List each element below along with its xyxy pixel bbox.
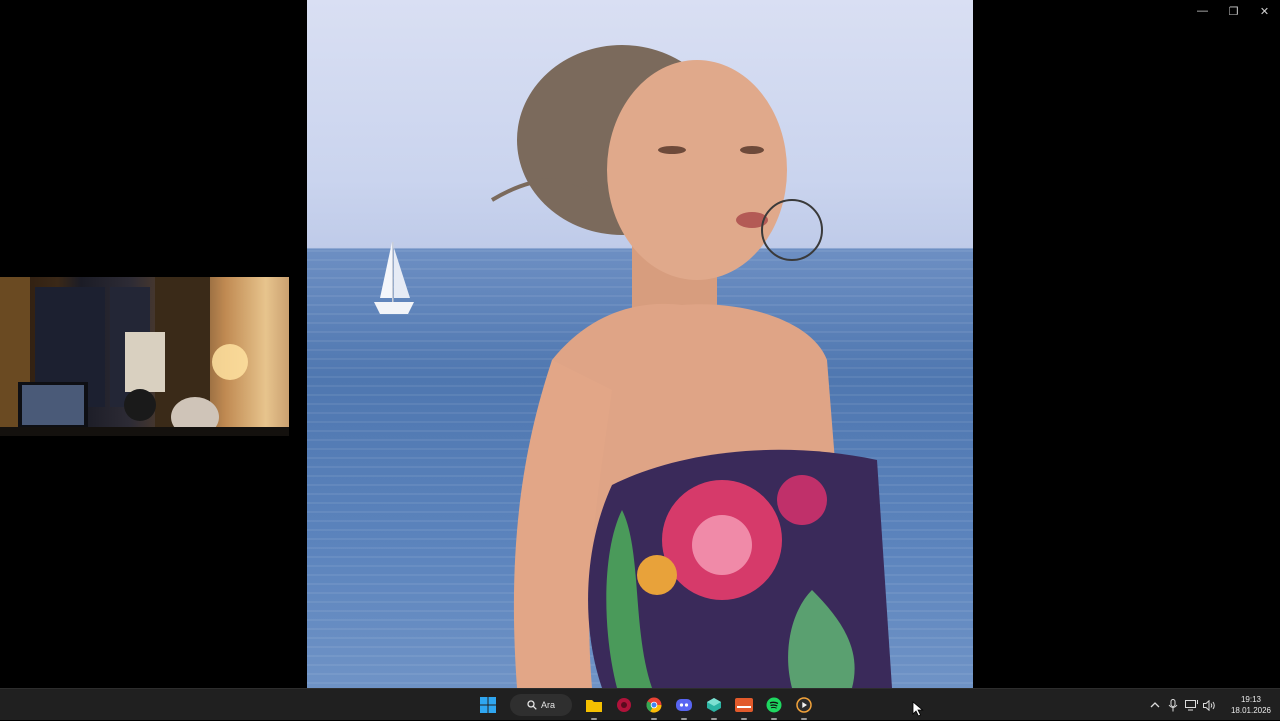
chrome-icon[interactable] xyxy=(642,693,666,720)
taskbar: Ara 19:13 18.01.2026 xyxy=(0,688,1280,720)
search-button[interactable]: Ara xyxy=(510,694,572,716)
system-tray: 19:13 18.01.2026 xyxy=(1146,689,1280,721)
chevron-up-icon[interactable] xyxy=(1146,696,1164,714)
person-image xyxy=(490,45,892,688)
restore-button[interactable]: ❐ xyxy=(1218,0,1249,22)
start-icon[interactable] xyxy=(476,693,500,717)
file-explorer-icon[interactable] xyxy=(582,693,606,720)
cube-app-icon[interactable] xyxy=(702,693,726,720)
network-icon[interactable] xyxy=(1182,696,1200,714)
window-controls: — ❐ ✕ xyxy=(1187,0,1280,22)
taskbar-clock[interactable]: 19:13 18.01.2026 xyxy=(1222,694,1280,716)
red-app-icon[interactable] xyxy=(612,693,636,717)
spotify-icon[interactable] xyxy=(762,693,786,720)
discord-icon[interactable] xyxy=(672,693,696,720)
main-video[interactable] xyxy=(307,0,973,688)
media-player-icon[interactable] xyxy=(792,693,816,720)
minimize-button[interactable]: — xyxy=(1187,0,1218,22)
webcam-scene-image xyxy=(0,277,289,436)
webcam-overlay xyxy=(0,277,289,436)
voicemod-icon[interactable] xyxy=(732,693,756,720)
mouse-cursor-icon xyxy=(912,701,924,717)
search-icon xyxy=(527,700,537,710)
taskbar-apps: Ara xyxy=(476,689,816,721)
volume-icon[interactable] xyxy=(1200,696,1218,714)
clock-date: 18.01.2026 xyxy=(1230,706,1272,715)
microphone-icon[interactable] xyxy=(1164,696,1182,714)
sailboat-image xyxy=(374,242,414,314)
search-label: Ara xyxy=(540,700,555,710)
clock-time: 19:13 xyxy=(1240,695,1262,704)
close-button[interactable]: ✕ xyxy=(1249,0,1280,22)
